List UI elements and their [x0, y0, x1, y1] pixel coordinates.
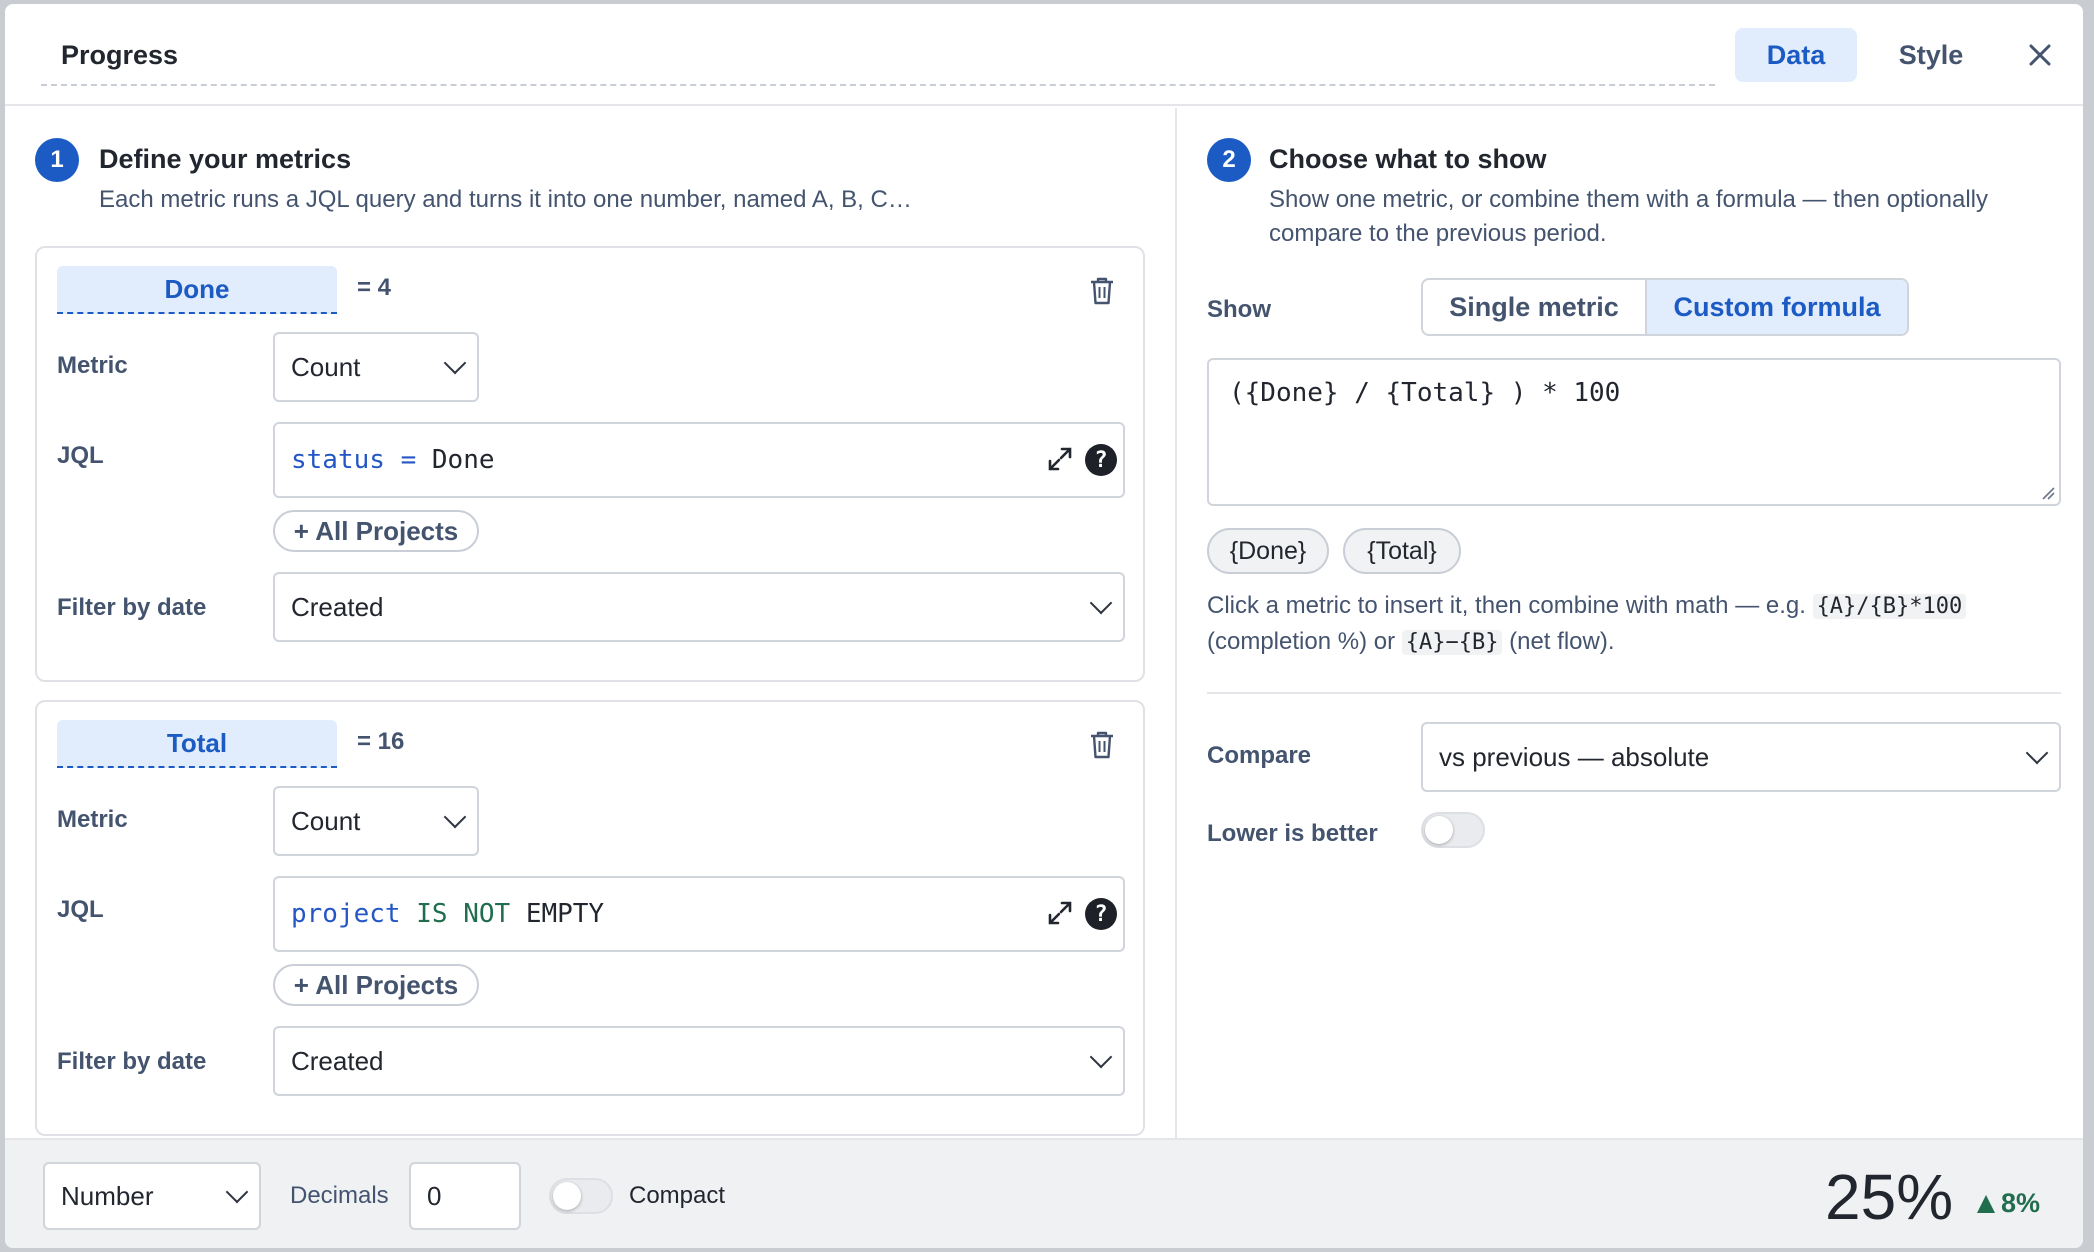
chevron-down-icon	[1089, 1045, 1113, 1069]
compact-toggle[interactable]	[549, 1178, 613, 1214]
chevron-down-icon	[2025, 741, 2049, 765]
hint-text-1: Click a metric to insert it, then combin…	[1207, 592, 1813, 619]
toggle-knob	[553, 1182, 581, 1210]
expand-icon[interactable]	[1047, 446, 1073, 472]
trash-icon[interactable]	[1089, 276, 1115, 306]
hint-text-3: (net flow).	[1502, 628, 1615, 655]
trash-icon[interactable]	[1089, 730, 1115, 760]
lower-is-better-toggle[interactable]	[1421, 812, 1485, 848]
hint-code-difference: {A}−{B}	[1401, 630, 1503, 655]
dialog-footer: Number Decimals 0 Compact 25% 8%	[5, 1138, 2083, 1248]
step-2-description-line2: compare to the previous period.	[1269, 220, 1607, 247]
metric-card-total: Total = 16 Metric Count JQL project IS N…	[35, 700, 1145, 1136]
decimals-input[interactable]: 0	[409, 1162, 521, 1230]
divider	[1207, 692, 2061, 694]
tab-style[interactable]: Style	[1873, 28, 1989, 82]
formula-text: ({Done} / {Total} ) * 100	[1229, 378, 1621, 408]
jql-keyword-token: IS NOT	[416, 899, 511, 929]
step-2-description-line1: Show one metric, or combine them with a …	[1269, 186, 1989, 213]
compare-label: Compare	[1207, 742, 1312, 769]
metric-result: = 16	[357, 728, 405, 755]
metrics-pane: 1 Define your metrics Each metric runs a…	[5, 108, 1173, 1138]
filter-by-date-select[interactable]: Created	[273, 572, 1125, 642]
metric-label: Metric	[57, 806, 128, 833]
filter-by-date-select[interactable]: Created	[273, 1026, 1125, 1096]
step-2-title: Choose what to show	[1269, 144, 1547, 174]
jql-operator-token: =	[400, 445, 417, 475]
metric-aggregation-select[interactable]: Count	[273, 332, 479, 402]
metric-aggregation-value: Count	[291, 351, 361, 382]
metric-token-total[interactable]: {Total}	[1343, 528, 1461, 574]
help-icon[interactable]: ?	[1085, 898, 1117, 930]
step-1-description: Each metric runs a JQL query and turns i…	[99, 186, 912, 213]
jql-value-token: EMPTY	[525, 899, 605, 929]
toggle-knob	[1425, 816, 1453, 844]
metric-aggregation-select[interactable]: Count	[273, 786, 479, 856]
filter-by-date-label: Filter by date	[57, 1048, 207, 1075]
step-1-title: Define your metrics	[99, 144, 352, 174]
all-projects-button[interactable]: + All Projects	[273, 964, 479, 1006]
filter-by-date-value: Created	[291, 591, 384, 622]
single-metric-option[interactable]: Single metric	[1423, 280, 1647, 334]
chevron-down-icon	[1089, 591, 1113, 615]
metric-result: = 4	[357, 274, 392, 301]
decimals-label: Decimals	[290, 1182, 389, 1209]
jql-input[interactable]: project IS NOT EMPTY ?	[273, 876, 1125, 952]
metric-name-input[interactable]: Done	[57, 266, 337, 314]
progress-config-dialog: Progress Data Style 1 Define your metric…	[5, 4, 2083, 1248]
step-number-1: 1	[35, 138, 79, 182]
decimals-value: 0	[427, 1180, 442, 1211]
metric-name-input[interactable]: Total	[57, 720, 337, 768]
help-icon[interactable]: ?	[1085, 444, 1117, 476]
preview-delta-value: 8%	[2001, 1188, 2041, 1218]
widget-title-input[interactable]: Progress	[41, 26, 1715, 86]
number-format-value: Number	[61, 1180, 154, 1211]
metric-token-done[interactable]: {Done}	[1207, 528, 1329, 574]
show-mode-segmented-control: Single metric Custom formula	[1421, 278, 1909, 336]
jql-value-token: Done	[431, 445, 495, 475]
metric-label: Metric	[57, 352, 128, 379]
jql-field-token: project	[291, 899, 401, 929]
display-pane: 2 Choose what to show Show one metric, o…	[1175, 108, 2083, 1138]
preview-value: 25%	[1825, 1161, 1954, 1233]
custom-formula-option[interactable]: Custom formula	[1647, 280, 1907, 334]
chevron-down-icon	[225, 1180, 249, 1204]
metric-card-done: Done = 4 Metric Count JQL status = Done …	[35, 246, 1145, 682]
jql-label: JQL	[57, 896, 104, 923]
expand-icon[interactable]	[1047, 900, 1073, 926]
hint-code-ratio: {A}/{B}*100	[1812, 594, 1967, 619]
lower-is-better-label: Lower is better	[1207, 820, 1378, 847]
dialog-header: Progress Data Style	[5, 4, 2083, 106]
all-projects-button[interactable]: + All Projects	[273, 510, 479, 552]
number-format-select[interactable]: Number	[43, 1162, 261, 1230]
formula-hint: Click a metric to insert it, then combin…	[1207, 588, 2067, 660]
chevron-down-icon	[443, 351, 467, 375]
jql-label: JQL	[57, 442, 104, 469]
jql-field-token: status	[291, 445, 385, 475]
preview-delta: 8%	[1977, 1188, 2040, 1219]
filter-by-date-label: Filter by date	[57, 594, 207, 621]
triangle-up-icon	[1977, 1194, 1995, 1213]
resize-handle-icon[interactable]	[2041, 486, 2055, 500]
show-label: Show	[1207, 296, 1271, 323]
metric-aggregation-value: Count	[291, 805, 361, 836]
compare-select[interactable]: vs previous — absolute	[1421, 722, 2061, 792]
tab-data[interactable]: Data	[1735, 28, 1857, 82]
hint-text-2: (completion %) or	[1207, 628, 1402, 655]
step-number-2: 2	[1207, 138, 1251, 182]
compare-value: vs previous — absolute	[1439, 741, 1710, 772]
close-icon[interactable]	[2023, 38, 2057, 72]
filter-by-date-value: Created	[291, 1045, 384, 1076]
formula-textarea[interactable]: ({Done} / {Total} ) * 100	[1207, 358, 2061, 506]
jql-input[interactable]: status = Done ?	[273, 422, 1125, 498]
chevron-down-icon	[443, 805, 467, 829]
compact-label: Compact	[629, 1182, 726, 1209]
